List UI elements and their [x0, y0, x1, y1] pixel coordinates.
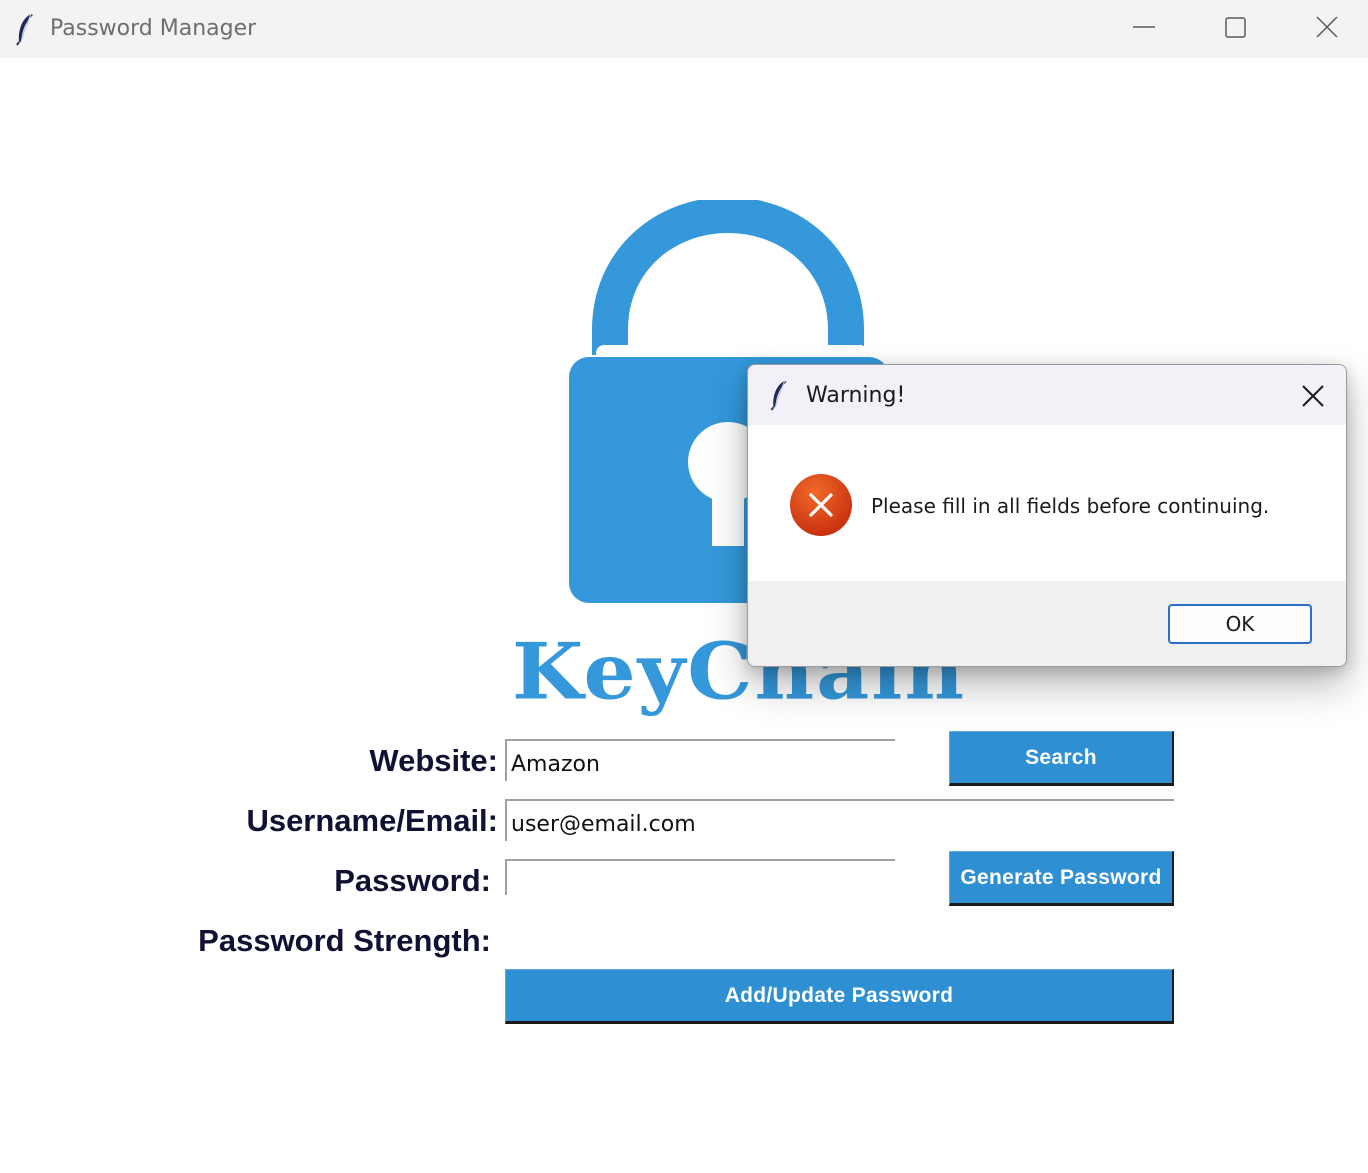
password-label: Password:	[334, 863, 491, 898]
dialog-titlebar: Warning!	[748, 365, 1346, 425]
minimize-button[interactable]	[1098, 0, 1190, 58]
username-input[interactable]	[505, 799, 1174, 841]
dialog-footer: OK	[748, 581, 1346, 666]
window-title: Password Manager	[50, 16, 257, 41]
add-update-password-button[interactable]: Add/Update Password	[505, 969, 1174, 1024]
close-window-button[interactable]	[1281, 0, 1368, 58]
feather-icon	[16, 13, 33, 46]
password-input[interactable]	[505, 859, 895, 895]
generate-password-button[interactable]: Generate Password	[949, 851, 1174, 906]
warning-dialog: Warning! Please fill in all fields befor…	[747, 364, 1347, 667]
search-button[interactable]: Search	[949, 731, 1174, 786]
website-label: Website:	[369, 743, 498, 778]
minimize-icon	[1133, 26, 1155, 28]
dialog-message: Please fill in all fields before continu…	[871, 494, 1270, 518]
password-strength-label: Password Strength:	[198, 923, 491, 958]
maximize-button[interactable]	[1189, 0, 1281, 58]
window-titlebar: Password Manager	[0, 0, 1368, 58]
close-icon	[1316, 16, 1338, 38]
ok-button[interactable]: OK	[1168, 604, 1312, 644]
error-icon	[790, 474, 852, 536]
maximize-icon	[1225, 17, 1246, 38]
username-label: Username/Email:	[246, 803, 498, 838]
website-input[interactable]	[505, 739, 895, 781]
dialog-body: Please fill in all fields before continu…	[748, 425, 1346, 581]
feather-icon	[770, 380, 787, 411]
dialog-title: Warning!	[806, 383, 906, 408]
close-icon[interactable]	[1298, 381, 1328, 411]
